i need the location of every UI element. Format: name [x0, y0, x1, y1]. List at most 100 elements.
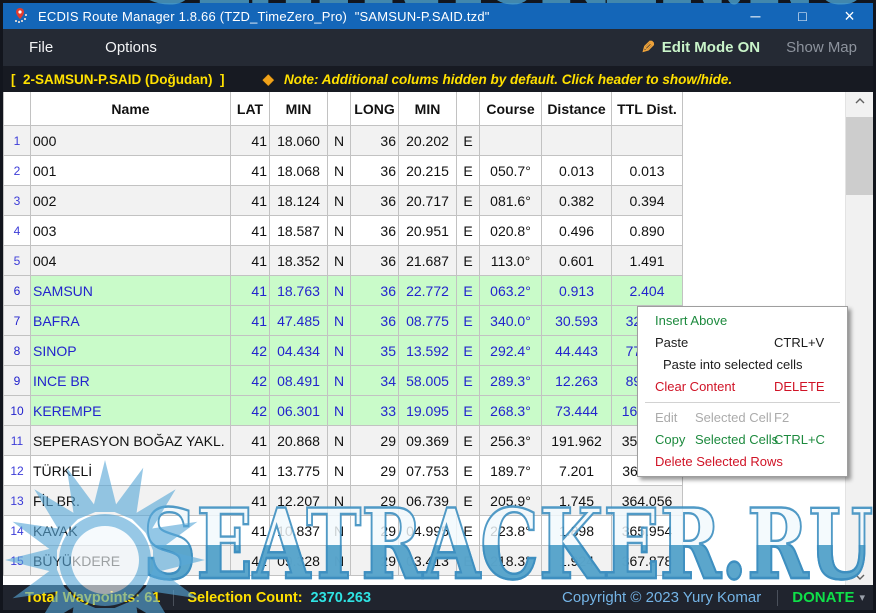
cell-name[interactable]: 003: [31, 216, 231, 246]
cell-ew[interactable]: E: [457, 246, 480, 276]
cell-crs[interactable]: 081.6°: [480, 186, 542, 216]
cell-lonm[interactable]: 03.413: [399, 546, 457, 576]
cell-name[interactable]: 004: [31, 246, 231, 276]
cell-ew[interactable]: E: [457, 156, 480, 186]
cell-latd[interactable]: 41: [231, 426, 270, 456]
cell-dist[interactable]: 0.013: [542, 156, 612, 186]
cell-num[interactable]: 10: [4, 396, 31, 426]
context-menu-item[interactable]: Clear ContentDELETE: [638, 376, 847, 398]
cell-lonm[interactable]: 04.995: [399, 516, 457, 546]
cell-lond[interactable]: 35: [351, 336, 399, 366]
cell-ns[interactable]: N: [328, 516, 351, 546]
cell-ns[interactable]: N: [328, 306, 351, 336]
cell-lonm[interactable]: 13.592: [399, 336, 457, 366]
cell-dist[interactable]: 1.745: [542, 486, 612, 516]
cell-lonm[interactable]: 20.202: [399, 126, 457, 156]
donate-button[interactable]: DONATE: [792, 589, 854, 606]
col-header-ttl-dist[interactable]: TTL Dist.: [612, 92, 683, 126]
cell-name[interactable]: BÜYÜKDERE: [31, 546, 231, 576]
cell-latm[interactable]: 18.124: [270, 186, 328, 216]
cell-ns[interactable]: N: [328, 426, 351, 456]
context-menu-item[interactable]: Insert Above: [638, 310, 847, 332]
cell-name[interactable]: SINOP: [31, 336, 231, 366]
cell-num[interactable]: 7: [4, 306, 31, 336]
show-map-button[interactable]: Show Map: [786, 39, 857, 56]
cell-ttl[interactable]: 2.404: [612, 276, 683, 306]
cell-ew[interactable]: E: [457, 486, 480, 516]
cell-name[interactable]: TÜRKELİ: [31, 456, 231, 486]
cell-lonm[interactable]: 20.951: [399, 216, 457, 246]
cell-crs[interactable]: 292.4°: [480, 336, 542, 366]
context-menu-item[interactable]: EditSelected CellF2: [638, 407, 847, 429]
cell-name[interactable]: SEPERASYON BOĞAZ YAKL.: [31, 426, 231, 456]
cell-ew[interactable]: E: [457, 186, 480, 216]
cell-num[interactable]: 6: [4, 276, 31, 306]
cell-name[interactable]: KEREMPE: [31, 396, 231, 426]
cell-ew[interactable]: E: [457, 426, 480, 456]
cell-ns[interactable]: N: [328, 126, 351, 156]
cell-latm[interactable]: 12.207: [270, 486, 328, 516]
cell-num[interactable]: 3: [4, 186, 31, 216]
cell-ns[interactable]: N: [328, 246, 351, 276]
cell-lond[interactable]: 29: [351, 546, 399, 576]
cell-latd[interactable]: 42: [231, 396, 270, 426]
cell-crs[interactable]: 256.3°: [480, 426, 542, 456]
cell-ttl[interactable]: 365.954: [612, 516, 683, 546]
cell-name[interactable]: 002: [31, 186, 231, 216]
cell-crs[interactable]: 218.3°: [480, 546, 542, 576]
cell-dist[interactable]: 0.913: [542, 276, 612, 306]
cell-latd[interactable]: 41: [231, 126, 270, 156]
cell-ns[interactable]: N: [328, 186, 351, 216]
cell-latm[interactable]: 13.775: [270, 456, 328, 486]
cell-lonm[interactable]: 58.005: [399, 366, 457, 396]
cell-ew[interactable]: E: [457, 516, 480, 546]
cell-latm[interactable]: 18.068: [270, 156, 328, 186]
cell-dist[interactable]: 0.601: [542, 246, 612, 276]
cell-ew[interactable]: E: [457, 276, 480, 306]
scrollbar-thumb[interactable]: [846, 117, 873, 195]
cell-dist[interactable]: 73.444: [542, 396, 612, 426]
cell-latm[interactable]: 10.837: [270, 516, 328, 546]
cell-name[interactable]: 000: [31, 126, 231, 156]
cell-latm[interactable]: 18.352: [270, 246, 328, 276]
cell-crs[interactable]: 205.9°: [480, 486, 542, 516]
cell-latm[interactable]: 06.301: [270, 396, 328, 426]
cell-lonm[interactable]: 21.687: [399, 246, 457, 276]
col-header-name[interactable]: Name: [31, 92, 231, 126]
cell-lond[interactable]: 36: [351, 126, 399, 156]
cell-name[interactable]: SAMSUN: [31, 276, 231, 306]
cell-latm[interactable]: 18.587: [270, 216, 328, 246]
cell-num[interactable]: 4: [4, 216, 31, 246]
cell-latd[interactable]: 42: [231, 366, 270, 396]
context-menu-item[interactable]: PasteCTRL+V: [638, 332, 847, 354]
cell-latd[interactable]: 41: [231, 216, 270, 246]
cell-crs[interactable]: 289.3°: [480, 366, 542, 396]
cell-crs[interactable]: 113.0°: [480, 246, 542, 276]
cell-latd[interactable]: 41: [231, 486, 270, 516]
cell-ew[interactable]: E: [457, 366, 480, 396]
context-menu-item[interactable]: Delete Selected Rows: [638, 451, 847, 473]
cell-latm[interactable]: 20.868: [270, 426, 328, 456]
cell-lond[interactable]: 29: [351, 456, 399, 486]
menu-options[interactable]: Options: [79, 39, 183, 56]
cell-ttl[interactable]: 364.056: [612, 486, 683, 516]
cell-latm[interactable]: 09.328: [270, 546, 328, 576]
cell-ns[interactable]: N: [328, 156, 351, 186]
cell-latd[interactable]: 41: [231, 516, 270, 546]
cell-crs[interactable]: 020.8°: [480, 216, 542, 246]
cell-crs[interactable]: 050.7°: [480, 156, 542, 186]
cell-dist[interactable]: 191.962: [542, 426, 612, 456]
cell-ttl[interactable]: [612, 126, 683, 156]
context-menu-item[interactable]: Paste into selected cells: [638, 354, 847, 376]
cell-ew[interactable]: E: [457, 396, 480, 426]
cell-dist[interactable]: [542, 126, 612, 156]
cell-ns[interactable]: N: [328, 216, 351, 246]
cell-name[interactable]: KAVAK: [31, 516, 231, 546]
cell-lonm[interactable]: 20.215: [399, 156, 457, 186]
cell-lond[interactable]: 36: [351, 156, 399, 186]
menu-file[interactable]: File: [3, 39, 79, 56]
cell-latd[interactable]: 41: [231, 306, 270, 336]
cell-lonm[interactable]: 20.717: [399, 186, 457, 216]
cell-latm[interactable]: 08.491: [270, 366, 328, 396]
cell-lond[interactable]: 29: [351, 486, 399, 516]
